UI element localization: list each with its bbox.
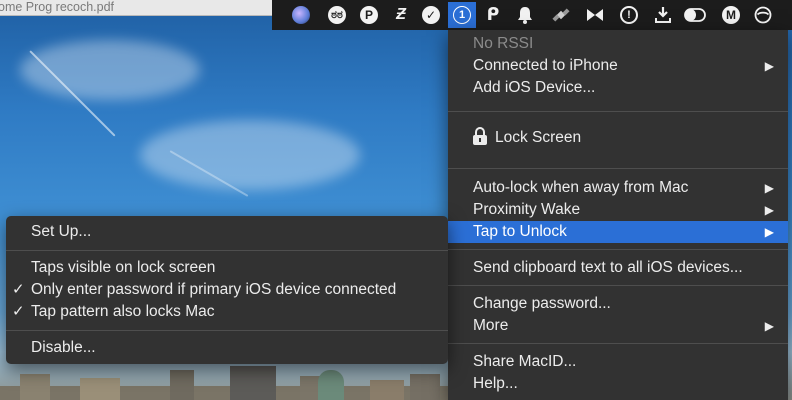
bell-icon[interactable] [514,5,536,25]
more-label: More [473,317,509,334]
satellite-icon[interactable] [550,5,572,25]
proximity-wake-label: Proximity Wake [473,201,581,218]
toggle-icon[interactable] [684,5,706,25]
no-entry-icon[interactable] [752,5,774,25]
menu-bar: ಠಠ P Ƶ ✓ 1 ᑭ ! M [272,0,792,30]
tap-to-unlock-item[interactable]: Tap to Unlock ▶ [448,221,788,243]
tap-pattern-locks-label: Tap pattern also locks Mac [31,303,215,320]
no-rssi-label: No RSSI [448,33,788,55]
set-up-item[interactable]: Set Up... [6,221,448,243]
menu-separator [448,249,788,250]
connected-to-iphone-label: Connected to iPhone [473,57,618,74]
add-ios-device-label: Add iOS Device... [473,79,596,96]
lock-screen-label: Lock Screen [495,129,582,146]
no-rssi-text: No RSSI [473,35,534,52]
m-circle-icon[interactable]: M [720,5,742,25]
chevron-right-icon: ▶ [764,59,774,73]
send-clipboard-label: Send clipboard text to all iOS devices..… [473,259,743,276]
taps-visible-label: Taps visible on lock screen [31,259,216,276]
info-circle-icon[interactable]: ! [618,5,640,25]
menu-separator [448,168,788,169]
send-clipboard-item[interactable]: Send clipboard text to all iOS devices..… [448,257,788,279]
chevron-right-icon: ▶ [764,181,774,195]
disable-label: Disable... [31,339,96,356]
checkmark-icon: ✓ [12,303,25,320]
auto-lock-item[interactable]: Auto-lock when away from Mac ▶ [448,177,788,199]
only-enter-password-label: Only enter password if primary iOS devic… [31,281,397,298]
share-macid-item[interactable]: Share MacID... [448,351,788,373]
auto-lock-label: Auto-lock when away from Mac [473,179,689,196]
menu-separator [448,285,788,286]
checkmark-icon: ✓ [12,281,25,298]
tap-to-unlock-label: Tap to Unlock [473,223,567,240]
lock-icon [473,127,487,145]
siri-icon[interactable] [290,5,312,25]
connected-to-iphone-item[interactable]: Connected to iPhone ▶ [448,55,788,77]
set-up-label: Set Up... [31,223,92,240]
owl-icon[interactable]: ಠಠ [326,5,348,25]
window-title: ome Prog recoch.pdf [0,0,115,14]
menu-separator [448,343,788,344]
macid-menu: No RSSI Connected to iPhone ▶ Add iOS De… [448,30,788,400]
help-item[interactable]: Help... [448,373,788,395]
menu-separator [6,250,448,251]
macid-icon[interactable]: 1 [448,2,476,28]
chevron-right-icon: ▶ [764,319,774,333]
download-icon[interactable] [652,5,674,25]
help-label: Help... [473,375,518,392]
p-circle-icon[interactable]: P [358,5,380,25]
more-item[interactable]: More ▶ [448,315,788,337]
share-macid-label: Share MacID... [473,353,577,370]
bowtie-icon[interactable] [584,5,606,25]
chevron-right-icon: ▶ [764,225,774,239]
add-ios-device-item[interactable]: Add iOS Device... [448,77,788,99]
proximity-wake-item[interactable]: Proximity Wake ▶ [448,199,788,221]
window-title-bar: ome Prog recoch.pdf [0,0,272,16]
disable-item[interactable]: Disable... [6,337,448,359]
only-enter-password-item[interactable]: ✓ Only enter password if primary iOS dev… [6,279,448,301]
change-password-label: Change password... [473,295,611,312]
change-password-item[interactable]: Change password... [448,293,788,315]
checkmark-circle-icon[interactable]: ✓ [420,5,442,25]
chevron-right-icon: ▶ [764,203,774,217]
lock-screen-item[interactable]: Lock Screen [448,127,788,149]
taps-visible-item[interactable]: Taps visible on lock screen [6,257,448,279]
cloud [140,120,360,190]
z-script-icon[interactable]: Ƶ [390,5,412,25]
menu-separator [448,111,788,112]
tap-to-unlock-submenu: Set Up... Taps visible on lock screen ✓ … [6,216,448,364]
tap-pattern-locks-item[interactable]: ✓ Tap pattern also locks Mac [6,301,448,323]
menu-separator [6,330,448,331]
p-script-icon[interactable]: ᑭ [482,5,504,25]
